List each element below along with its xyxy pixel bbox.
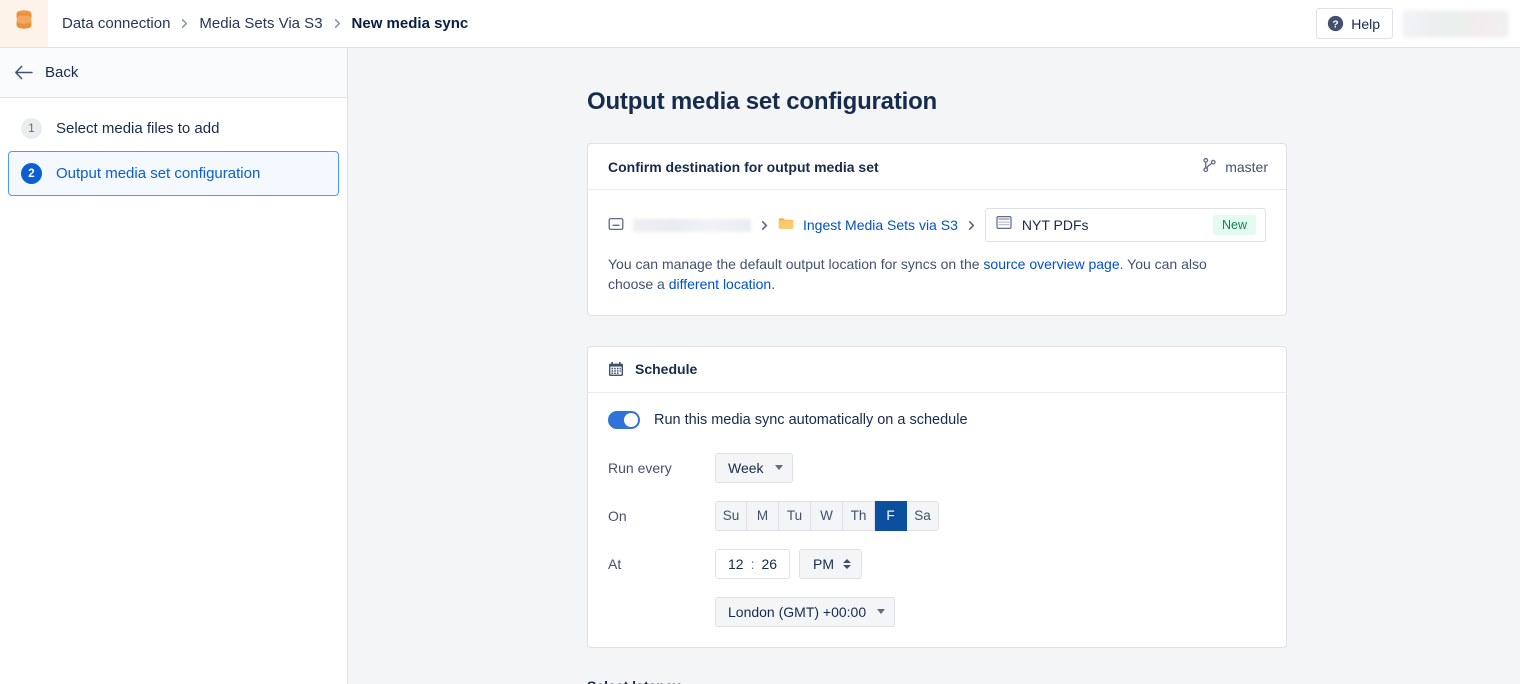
day-button-w[interactable]: W (811, 500, 843, 531)
time-colon: : (750, 555, 755, 572)
hour-value[interactable]: 12 (728, 556, 744, 572)
top-bar-actions: ? Help (1316, 8, 1520, 39)
run-every-row: Run every Week (608, 452, 1266, 483)
day-button-tu[interactable]: Tu (779, 500, 811, 531)
latency-title: Select latency (587, 678, 1287, 684)
day-button-sa[interactable]: Sa (907, 500, 939, 531)
arrow-left-icon (14, 65, 33, 80)
question-circle-icon: ? (1327, 15, 1344, 32)
destination-workspace[interactable] (608, 216, 751, 235)
meridiem-value: PM (813, 555, 835, 572)
help-text-part-3: . (771, 275, 776, 292)
destination-card-header: Confirm destination for output media set… (588, 144, 1286, 190)
destination-folder[interactable]: Ingest Media Sets via S3 (778, 216, 958, 234)
step-label-2: Output media set configuration (56, 165, 261, 182)
at-label: At (608, 555, 622, 572)
app-logo[interactable] (0, 0, 48, 47)
destination-help-text: You can manage the default output locati… (608, 255, 1240, 295)
run-every-select[interactable]: Week (715, 452, 793, 483)
branch-label: master (1225, 158, 1268, 175)
destination-folder-label[interactable]: Ingest Media Sets via S3 (803, 217, 958, 233)
media-set-name-value: NYT PDFs (1021, 217, 1089, 233)
run-every-value: Week (728, 459, 764, 476)
step-number-1: 1 (21, 118, 42, 139)
different-location-link[interactable]: different location (669, 276, 771, 292)
back-button-label: Back (45, 64, 79, 81)
day-button-f[interactable]: F (875, 500, 907, 531)
schedule-toggle-row: Run this media sync automatically on a s… (608, 410, 1266, 429)
breadcrumb-item-new-media-sync: New media sync (351, 15, 469, 32)
svg-text:?: ? (1333, 19, 1339, 30)
destination-card-body: Ingest Media Sets via S3 NYT PDFs New Yo… (588, 190, 1286, 315)
sidebar-item-output-media-set-configuration[interactable]: 2 Output media set configuration (8, 151, 339, 196)
folder-icon (778, 216, 794, 234)
help-button-label: Help (1351, 15, 1380, 32)
latency-section: Select latency Batch Real-time (587, 678, 1287, 684)
branch-selector[interactable]: master (1202, 157, 1268, 176)
timezone-value: London (GMT) +00:00 (728, 603, 867, 620)
step-label-1: Select media files to add (56, 120, 220, 137)
database-icon (14, 9, 34, 38)
destination-path: Ingest Media Sets via S3 NYT PDFs New (608, 208, 1266, 242)
page-body: Back 1 Select media files to add 2 Outpu… (0, 48, 1520, 684)
meridiem-stepper[interactable]: PM (799, 548, 863, 579)
timezone-row: London (GMT) +00:00 (608, 596, 1266, 627)
time-input[interactable]: 12 : 26 (715, 548, 791, 579)
main-content: Output media set configuration Confirm d… (348, 48, 1520, 684)
breadcrumb-item-data-connection[interactable]: Data connection (62, 15, 170, 32)
destination-card: Confirm destination for output media set… (587, 143, 1287, 316)
source-overview-page-link[interactable]: source overview page (983, 256, 1119, 272)
chevron-right-icon (759, 220, 770, 231)
sidebar-item-select-media-files[interactable]: 1 Select media files to add (8, 106, 339, 151)
at-time-row: At 12 : 26 PM (608, 548, 1266, 579)
day-button-su[interactable]: Su (715, 500, 747, 531)
timezone-select[interactable]: London (GMT) +00:00 (715, 596, 896, 627)
day-of-week-selector: Su M Tu W Th F Sa (715, 500, 939, 531)
page-title: Output media set configuration (587, 88, 938, 115)
media-set-name-input[interactable]: NYT PDFs New (984, 208, 1266, 242)
schedule-card-body: Run this media sync automatically on a s… (588, 393, 1286, 647)
top-bar: Data connection Media Sets Via S3 New me… (0, 0, 1520, 48)
day-button-th[interactable]: Th (843, 500, 875, 531)
run-every-label: Run every (608, 459, 672, 476)
user-menu[interactable] (1403, 10, 1508, 37)
destination-card-title: Confirm destination for output media set (608, 158, 879, 175)
chevron-right-icon (966, 220, 977, 231)
schedule-toggle-label: Run this media sync automatically on a s… (654, 411, 968, 428)
breadcrumb: Data connection Media Sets Via S3 New me… (48, 15, 468, 32)
calendar-icon (608, 361, 624, 377)
chevron-right-icon (332, 18, 343, 29)
back-button[interactable]: Back (0, 48, 347, 98)
schedule-card: Schedule Run this media sync automatical… (587, 345, 1287, 648)
schedule-card-header: Schedule (588, 347, 1286, 393)
chevron-down-icon (877, 609, 886, 615)
help-text-part-1: You can manage the default output locati… (608, 256, 984, 272)
sidebar: Back 1 Select media files to add 2 Outpu… (0, 48, 348, 684)
day-button-m[interactable]: M (747, 500, 779, 531)
schedule-card-title: Schedule (635, 361, 698, 378)
on-label: On (608, 507, 627, 524)
table-icon (996, 215, 1012, 235)
stepper-arrows-icon (843, 558, 852, 569)
on-days-row: On Su M Tu W Th F Sa (608, 500, 1266, 531)
step-number-2: 2 (21, 163, 42, 184)
destination-workspace-label (633, 218, 751, 232)
schedule-toggle[interactable] (608, 410, 640, 429)
git-branch-icon (1202, 157, 1217, 176)
chevron-down-icon (774, 465, 783, 471)
chevron-right-icon (179, 18, 190, 29)
step-list: 1 Select media files to add 2 Output med… (0, 98, 347, 204)
minute-value[interactable]: 26 (761, 556, 777, 572)
help-button[interactable]: ? Help (1316, 8, 1393, 39)
inbox-icon (608, 216, 624, 235)
breadcrumb-item-media-sets-via-s3[interactable]: Media Sets Via S3 (199, 15, 322, 32)
status-badge-new: New (1212, 215, 1256, 235)
